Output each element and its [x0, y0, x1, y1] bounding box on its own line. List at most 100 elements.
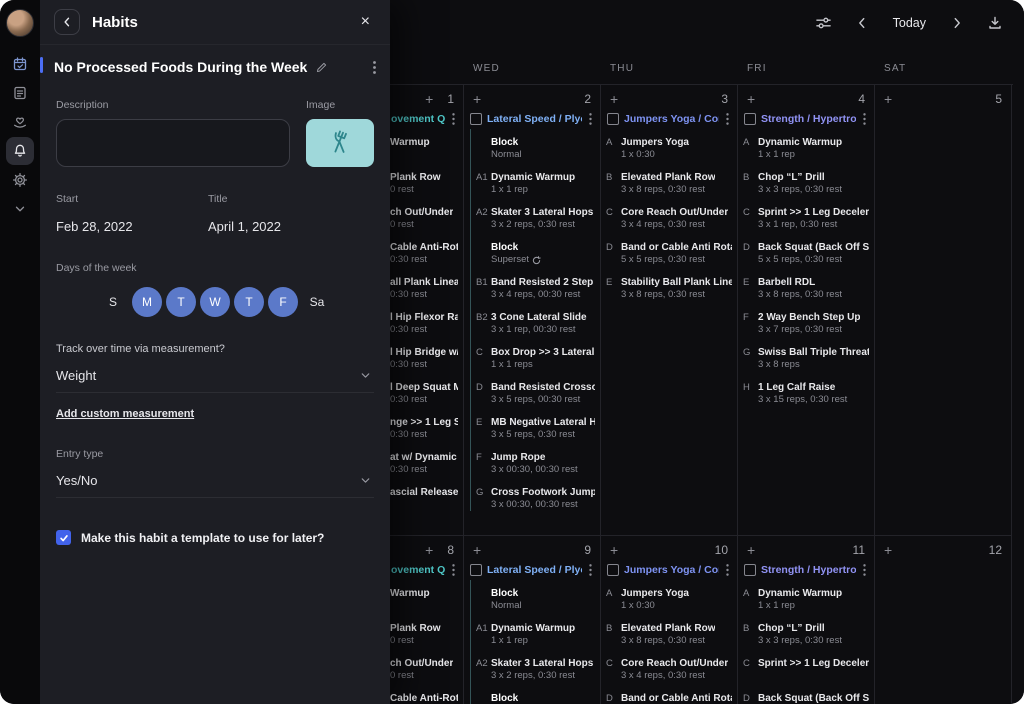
workout-entry[interactable]: Cable Anti-Rotati...0:30 rest — [390, 692, 458, 704]
workout-entry[interactable]: A2Skater 3 Lateral Hops >> ...3 x 2 reps… — [476, 206, 595, 231]
workout-entry[interactable]: A1Dynamic Warmup1 x 1 rep — [476, 171, 595, 196]
workout-entry[interactable]: Plank Row0 rest — [390, 622, 458, 647]
workout-entry[interactable]: CSprint >> 1 Leg Decelerations3 x 1 rep,… — [743, 206, 869, 231]
workout-entry[interactable]: B1Band Resisted 2 Step Late...3 x 4 reps… — [476, 276, 595, 301]
day-pill-m[interactable]: M — [132, 287, 162, 317]
workout-entry[interactable]: ascial Release C... — [390, 486, 458, 511]
add-custom-measurement-link[interactable]: Add custom measurement — [56, 408, 194, 420]
entry-type-select[interactable]: Yes/No — [56, 460, 374, 498]
workout-checkbox[interactable] — [607, 564, 619, 576]
workout-card[interactable]: ovement Q... Warmup Plank Row0 rest ch Out/… — [390, 560, 458, 704]
calendar-cell[interactable]: +2Lateral Speed / PlyoBlockNormalA1Dynam… — [464, 85, 601, 536]
workout-entry[interactable]: CCore Reach Out/Under3 x 4 reps, 0:30 re… — [606, 657, 732, 682]
start-date-value[interactable]: Feb 28, 2022 — [56, 219, 208, 234]
calendar-cell[interactable]: +12 — [875, 536, 1012, 704]
workout-entry[interactable]: H1 Leg Calf Raise3 x 15 reps, 0:30 rest — [743, 381, 869, 406]
calendar-cell[interactable]: +10Jumpers Yoga / CoreAJumpers Yoga1 x 0… — [601, 536, 738, 704]
workout-entry[interactable]: GCross Footwork Jump Rope3 x 00:30, 00:3… — [476, 486, 595, 511]
workout-card[interactable]: ovement Q...WarmupPlank Row0 restch Out/… — [390, 109, 458, 511]
workout-entry[interactable]: B23 Cone Lateral Slide3 x 1 rep, 00:30 r… — [476, 311, 595, 336]
workout-card[interactable]: Jumpers Yoga / CoreAJumpers Yoga1 x 0:30… — [606, 560, 732, 704]
workout-entry[interactable]: GSwiss Ball Triple Threat3 x 8 reps — [743, 346, 869, 371]
block-header[interactable]: BlockNormal — [476, 587, 595, 612]
workout-entry[interactable]: Plank Row0 rest — [390, 171, 458, 196]
day-pill-sa[interactable]: Sa — [302, 287, 332, 317]
day-pill-t[interactable]: T — [234, 287, 264, 317]
add-workout-icon[interactable]: + — [473, 543, 481, 557]
add-workout-icon[interactable]: + — [425, 543, 433, 557]
kebab-icon[interactable] — [587, 564, 594, 576]
measurement-select[interactable]: Weight — [56, 355, 374, 393]
close-icon[interactable]: × — [355, 13, 376, 31]
workout-entry[interactable]: CBox Drop >> 3 Lateral H...1 x 1 reps — [476, 346, 595, 371]
habit-kebab-icon[interactable] — [373, 61, 376, 74]
workout-entry[interactable]: FJump Rope3 x 00:30, 00:30 rest — [476, 451, 595, 476]
workout-entry[interactable]: DBack Squat (Back Off Set)5 x 5 reps, 0:… — [743, 241, 869, 266]
end-date-value[interactable]: April 1, 2022 — [208, 219, 360, 234]
block-header[interactable]: BlockSuperset — [476, 241, 595, 266]
workout-entry[interactable]: DBand or Cable Anti Rotati...5 x 5 reps,… — [606, 241, 732, 266]
kebab-icon[interactable] — [724, 113, 731, 125]
workout-entry[interactable]: BChop “L” Drill3 x 3 reps, 0:30 rest — [743, 171, 869, 196]
kebab-icon[interactable] — [861, 113, 868, 125]
workout-entry[interactable]: l Hip Bridge w/ ...0:30 rest — [390, 346, 458, 371]
workout-entry[interactable]: BElevated Plank Row3 x 8 reps, 0:30 rest — [606, 622, 732, 647]
workout-title[interactable]: Lateral Speed / Plyo — [487, 113, 582, 125]
workout-entry[interactable]: DBand or Cable Anti Rotati... — [606, 692, 732, 704]
workout-entry[interactable]: at w/ Dynamic P...0:30 rest — [390, 451, 458, 476]
document-icon[interactable] — [6, 79, 34, 107]
calendar-cell[interactable]: +9Lateral Speed / PlyoBlockNormalA1Dynam… — [464, 536, 601, 704]
back-button[interactable] — [54, 9, 80, 35]
workout-entry[interactable]: Warmup — [390, 136, 458, 161]
workout-checkbox[interactable] — [470, 564, 482, 576]
workout-checkbox[interactable] — [470, 113, 482, 125]
bell-icon[interactable] — [6, 137, 34, 165]
block-header[interactable]: BlockNormal — [476, 136, 595, 161]
workout-entry[interactable]: AJumpers Yoga1 x 0:30 — [606, 587, 732, 612]
add-workout-icon[interactable]: + — [747, 543, 755, 557]
user-avatar[interactable] — [6, 9, 34, 37]
gear-icon[interactable] — [6, 166, 34, 194]
block-header[interactable]: BlockSuperset — [476, 692, 595, 704]
chevron-down-icon[interactable] — [6, 195, 34, 223]
heart-hands-icon[interactable] — [6, 108, 34, 136]
workout-title[interactable]: ovement Q... — [391, 113, 445, 125]
add-workout-icon[interactable]: + — [884, 543, 892, 557]
kebab-icon[interactable] — [450, 564, 457, 576]
kebab-icon[interactable] — [724, 564, 731, 576]
template-checkbox-row[interactable]: Make this habit a template to use for la… — [56, 530, 374, 545]
workout-card[interactable]: Strength / Hypertro... ADynamic Warmup1 x… — [743, 109, 869, 406]
workout-entry[interactable]: F2 Way Bench Step Up3 x 7 reps, 0:30 res… — [743, 311, 869, 336]
workout-entry[interactable]: CSprint >> 1 Leg Decelerations — [743, 657, 869, 682]
add-workout-icon[interactable]: + — [610, 92, 618, 106]
workout-entry[interactable]: ADynamic Warmup1 x 1 rep — [743, 136, 869, 161]
workout-entry[interactable]: BChop “L” Drill3 x 3 reps, 0:30 rest — [743, 622, 869, 647]
kebab-icon[interactable] — [861, 564, 868, 576]
workout-title[interactable]: Lateral Speed / Plyo — [487, 564, 582, 576]
workout-entry[interactable]: EMB Negative Lateral Hop...3 x 5 reps, 0… — [476, 416, 595, 441]
workout-entry[interactable]: A1Dynamic Warmup1 x 1 rep — [476, 622, 595, 647]
workout-checkbox[interactable] — [607, 113, 619, 125]
workout-entry[interactable]: ch Out/Under0 rest — [390, 657, 458, 682]
workout-title[interactable]: Strength / Hypertro... — [761, 113, 856, 125]
workout-entry[interactable]: Warmup — [390, 587, 458, 612]
workout-title[interactable]: ovement Q... — [391, 564, 445, 576]
add-workout-icon[interactable]: + — [884, 92, 892, 106]
kebab-icon[interactable] — [587, 113, 594, 125]
workout-entry[interactable]: BElevated Plank Row3 x 8 reps, 0:30 rest — [606, 171, 732, 196]
workout-entry[interactable]: AJumpers Yoga1 x 0:30 — [606, 136, 732, 161]
workout-entry[interactable]: all Plank Linear ...0:30 rest — [390, 276, 458, 301]
workout-entry[interactable]: DBack Squat (Back Off Set) — [743, 692, 869, 704]
workout-entry[interactable]: Cable Anti-Rotati...0:30 rest — [390, 241, 458, 266]
edit-pencil-icon[interactable] — [315, 61, 328, 74]
workout-title[interactable]: Strength / Hypertro... — [761, 564, 856, 576]
day-pill-w[interactable]: W — [200, 287, 230, 317]
workout-card[interactable]: Lateral Speed / Plyo BlockNormal A1Dynamic… — [469, 109, 595, 511]
habit-image[interactable] — [306, 119, 374, 167]
workout-checkbox[interactable] — [744, 113, 756, 125]
add-workout-icon[interactable]: + — [425, 92, 433, 106]
calendar-icon[interactable] — [6, 50, 34, 78]
calendar-cell[interactable]: +5 — [875, 85, 1012, 536]
workout-checkbox[interactable] — [744, 564, 756, 576]
workout-entry[interactable]: ADynamic Warmup1 x 1 rep — [743, 587, 869, 612]
